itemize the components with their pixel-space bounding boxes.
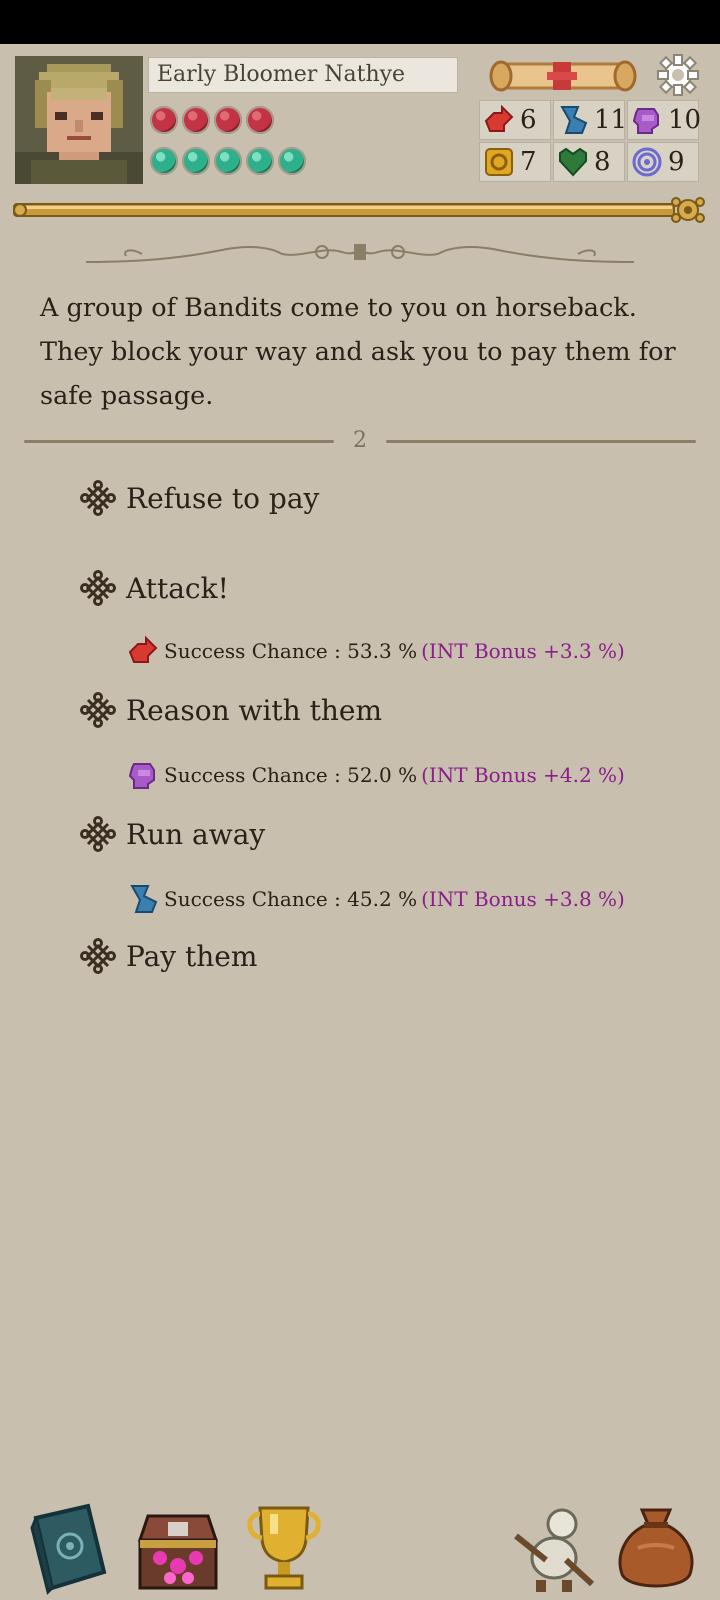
luck-coin-icon — [485, 148, 513, 176]
health-orb-icon — [214, 106, 242, 134]
stamina-orb-icon — [214, 147, 242, 175]
stat-charisma: 10 — [627, 100, 701, 140]
strength-fist-icon — [484, 104, 514, 132]
magic-ring-icon — [632, 147, 662, 177]
celtic-knot-icon — [80, 692, 116, 728]
ornament-divider — [82, 236, 638, 274]
stat-strength: 6 — [479, 100, 551, 140]
choice-label: Refuse to pay — [126, 481, 320, 515]
agility-boot-icon — [130, 885, 158, 913]
health-orb-icon — [182, 106, 210, 134]
companion-icon[interactable] — [506, 1500, 602, 1596]
progress-staff — [12, 196, 712, 226]
vitality-heart-icon — [559, 147, 587, 177]
health-orb-icon — [246, 106, 274, 134]
celtic-knot-icon — [80, 570, 116, 606]
choice-run-away[interactable]: Run away — [80, 816, 265, 852]
character-portrait[interactable] — [15, 56, 143, 184]
celtic-knot-icon — [80, 480, 116, 516]
success-chance-text: Success Chance : 45.2 % — [164, 887, 418, 911]
health-orbs — [150, 106, 274, 134]
inventory-bag-icon[interactable] — [608, 1500, 704, 1596]
choice-label: Pay them — [126, 939, 258, 973]
stat-vitality: 8 — [553, 142, 625, 182]
stamina-orb-icon — [246, 147, 274, 175]
page-number: 2 — [353, 428, 367, 453]
charisma-head-icon — [632, 108, 659, 134]
choice-attack[interactable]: Attack! — [80, 570, 229, 606]
choice-refuse-to-pay[interactable]: Refuse to pay — [80, 480, 319, 516]
celtic-knot-icon — [80, 938, 116, 974]
trophy-icon[interactable] — [236, 1500, 332, 1596]
page-divider: 2 — [24, 427, 696, 455]
stat-magic: 9 — [627, 142, 699, 182]
choice-label: Reason with them — [126, 693, 383, 727]
stat-agility: 11 — [553, 100, 627, 140]
choice-reason-with-them[interactable]: Reason with them — [80, 692, 382, 728]
success-chance-text: Success Chance : 52.0 % — [164, 763, 418, 787]
treasure-chest-icon[interactable] — [130, 1500, 226, 1596]
quest-scroll-icon[interactable] — [487, 58, 639, 94]
choice-label: Attack! — [126, 571, 229, 605]
int-bonus-text: (INT Bonus +3.3 %) — [421, 639, 625, 663]
health-orb-icon — [150, 106, 178, 134]
attack-success-chance: Success Chance : 53.3 % (INT Bonus +3.3 … — [126, 634, 625, 668]
choice-pay-them[interactable]: Pay them — [80, 938, 257, 974]
reason-success-chance: Success Chance : 52.0 % (INT Bonus +4.2 … — [126, 758, 625, 792]
run-success-chance: Success Chance : 45.2 % (INT Bonus +3.8 … — [126, 882, 625, 916]
int-bonus-text: (INT Bonus +3.8 %) — [421, 887, 625, 911]
choice-label: Run away — [126, 817, 266, 851]
success-chance-text: Success Chance : 53.3 % — [164, 639, 418, 663]
stat-luck: 7 — [479, 142, 551, 182]
charisma-head-icon — [128, 763, 155, 789]
stats-grid: 6 11 10 7 8 9 — [479, 100, 701, 182]
agility-boot-icon — [560, 106, 588, 134]
int-bonus-text: (INT Bonus +4.2 %) — [421, 763, 625, 787]
journal-book-icon[interactable] — [22, 1500, 118, 1596]
stamina-orbs — [150, 147, 306, 175]
settings-gear-icon[interactable] — [656, 53, 700, 97]
character-name: Early Bloomer Nathye — [148, 57, 458, 93]
stamina-orb-icon — [182, 147, 210, 175]
stamina-orb-icon — [278, 147, 306, 175]
event-text: A group of Bandits come to you on horseb… — [40, 293, 676, 411]
stamina-orb-icon — [150, 147, 178, 175]
strength-fist-icon — [128, 635, 158, 663]
celtic-knot-icon — [80, 816, 116, 852]
status-bar — [0, 0, 720, 44]
